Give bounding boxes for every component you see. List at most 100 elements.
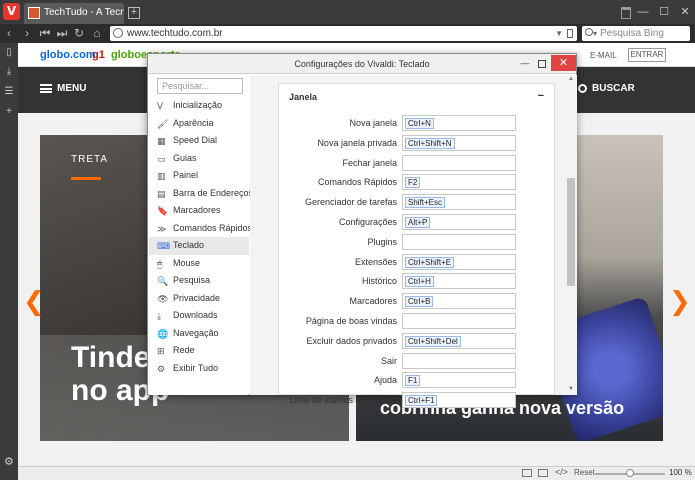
settings-nav-label: Downloads: [173, 310, 218, 320]
shortcut-input[interactable]: [402, 352, 516, 369]
bookmark-icon[interactable]: [567, 29, 573, 38]
address-bar: ‹ › ⏮ ⏭ ↻ ⌂ www.techtudo.com.br ▼ ▾ Pesq…: [0, 24, 695, 43]
settings-nav-item[interactable]: 🔍 Pesquisa: [149, 272, 249, 290]
network-icon: ⊞: [157, 346, 165, 356]
shortcut-key-chip[interactable]: Ctrl+Shift+E: [405, 256, 455, 268]
images-toggle-icon[interactable]: [538, 469, 548, 477]
shortcut-key-chip[interactable]: Ctrl+Shift+N: [405, 137, 455, 149]
downloads-panel-icon[interactable]: ⤓: [4, 66, 14, 77]
settings-nav-item[interactable]: 🖱 Mouse: [149, 255, 249, 273]
shortcut-key-chip[interactable]: Ctrl+B: [405, 296, 434, 308]
shortcut-key-chip[interactable]: F2: [405, 177, 421, 189]
dialog-close-button[interactable]: ✕: [551, 55, 576, 71]
back-icon[interactable]: ‹: [2, 26, 16, 40]
bookmarks-panel-icon[interactable]: ▯: [4, 47, 14, 58]
reload-icon[interactable]: ↻: [72, 26, 86, 40]
chevron-down-icon[interactable]: ▼: [555, 26, 563, 41]
page-actions-icon[interactable]: </>: [555, 467, 568, 477]
settings-nav-item[interactable]: ⊞ Rede: [149, 342, 249, 360]
url-input[interactable]: www.techtudo.com.br ▼: [110, 26, 577, 41]
settings-nav-item[interactable]: 👁 Privacidade: [149, 290, 249, 308]
settings-nav-item[interactable]: ≫ Comandos Rápidos: [149, 220, 252, 238]
section-collapse-button[interactable]: −: [538, 90, 544, 102]
shortcut-row: Ajuda F1: [279, 372, 555, 389]
shortcut-input[interactable]: F2: [402, 174, 516, 191]
settings-nav-item[interactable]: ⚙ Exibir Tudo: [149, 360, 249, 378]
settings-nav-item[interactable]: ⤓ Downloads: [149, 307, 249, 325]
shortcut-input[interactable]: [402, 233, 516, 250]
shortcut-input[interactable]: [402, 313, 516, 329]
shortcut-input[interactable]: Ctrl+Shift+E: [402, 253, 516, 270]
forward-icon[interactable]: ›: [20, 26, 34, 40]
dialog-minimize-button[interactable]: —: [520, 59, 530, 69]
g1-link[interactable]: g1: [92, 49, 105, 61]
settings-nav-item[interactable]: ▥ Painel: [149, 167, 249, 185]
scroll-up-icon[interactable]: ▲: [568, 76, 574, 82]
settings-search-input[interactable]: Pesquisar...: [157, 78, 243, 94]
settings-nav-item[interactable]: ▭ Guias: [149, 150, 249, 168]
carousel-next-icon[interactable]: ❯: [669, 286, 691, 317]
shortcut-label: Página de boas vindas: [305, 316, 397, 326]
settings-nav-item[interactable]: ⌨ Teclado: [149, 237, 249, 255]
settings-nav-item[interactable]: ▤ Barra de Endereços: [149, 185, 253, 203]
minimize-button[interactable]: —: [636, 5, 650, 19]
scroll-down-icon[interactable]: ▼: [568, 386, 574, 392]
shortcut-key-chip[interactable]: Ctrl+F1: [405, 395, 438, 407]
zoom-reset-button[interactable]: Reset: [574, 468, 595, 477]
search-engine-chevron-icon[interactable]: ▾: [593, 26, 597, 41]
home-icon[interactable]: ⌂: [90, 26, 104, 40]
shortcut-row: Comandos Rápidos F2: [279, 174, 555, 191]
settings-gear-icon[interactable]: ⚙: [4, 455, 14, 468]
settings-nav-item[interactable]: 🖌 Aparência: [149, 115, 249, 133]
settings-nav-item[interactable]: V Inicialização: [149, 97, 249, 115]
shortcut-input[interactable]: Ctrl+H: [402, 273, 516, 290]
settings-nav-item[interactable]: ▦ Speed Dial: [149, 132, 249, 150]
card-tag: TRETA: [71, 154, 109, 165]
close-button[interactable]: ✕: [678, 5, 692, 19]
shortcut-key-chip[interactable]: Alt+P: [405, 217, 431, 228]
settings-scrollbar[interactable]: ▲ ▼: [565, 75, 577, 395]
shortcut-row: Excluir dados privados Ctrl+Shift+Del: [279, 332, 555, 350]
shortcut-key-chip[interactable]: Ctrl+Shift+Del: [405, 335, 461, 347]
shortcut-input[interactable]: Ctrl+B: [402, 293, 516, 310]
tab-techtudo[interactable]: TechTudo - A Tecnologia D: [24, 3, 124, 24]
entrar-button[interactable]: ENTRAR: [628, 48, 666, 62]
dialog-maximize-button[interactable]: [538, 60, 546, 68]
new-tab-button[interactable]: +: [128, 7, 140, 19]
shortcut-key-chip[interactable]: Shift+Esc: [405, 197, 446, 209]
trash-icon[interactable]: [621, 7, 631, 19]
shortcut-label: Nova janela: [349, 118, 397, 128]
shortcut-key-chip[interactable]: F1: [405, 375, 421, 387]
shortcut-input[interactable]: F1: [402, 372, 516, 389]
rewind-icon[interactable]: ⏮: [38, 26, 52, 40]
search-input[interactable]: ▾ Pesquisa Bing: [582, 26, 690, 41]
menu-button[interactable]: MENU: [40, 83, 86, 94]
shortcut-input[interactable]: Ctrl+Shift+Del: [402, 332, 516, 349]
page-tiling-icon[interactable]: [522, 469, 532, 477]
maximize-button[interactable]: ☐: [657, 5, 671, 19]
side-panel-bar: ▯ ⤓ ☰ +: [0, 43, 18, 480]
shortcut-input[interactable]: Alt+P: [402, 214, 516, 230]
shortcut-key-chip[interactable]: Ctrl+H: [405, 276, 434, 288]
settings-nav-item[interactable]: 🔖 Marcadores: [149, 202, 249, 220]
shortcut-key-chip[interactable]: Ctrl+N: [405, 118, 434, 129]
keyboard-section-janela: Janela − Nova janela Ctrl+N Nova janela pr…: [278, 83, 555, 409]
shortcut-input[interactable]: Ctrl+Shift+N: [402, 134, 516, 151]
shortcut-input[interactable]: Ctrl+N: [402, 115, 516, 131]
settings-nav-item[interactable]: 🌐 Navegação: [149, 325, 249, 343]
fast-forward-icon[interactable]: ⏭: [55, 26, 69, 40]
email-link[interactable]: E-MAIL: [590, 51, 617, 60]
buscar-button[interactable]: BUSCAR: [578, 83, 635, 94]
zoom-slider-handle[interactable]: [626, 469, 634, 477]
shortcut-label: Lista de atalhos de teclado: [289, 395, 397, 406]
scrollbar-thumb[interactable]: [567, 178, 575, 286]
vivaldi-menu-button[interactable]: V: [3, 3, 20, 20]
notes-panel-icon[interactable]: ☰: [4, 86, 14, 97]
globo-link[interactable]: globo.com: [40, 49, 96, 61]
shortcut-input[interactable]: Ctrl+F1: [402, 392, 516, 409]
carousel-prev-icon[interactable]: ❮: [23, 286, 45, 317]
shortcut-input[interactable]: [402, 154, 516, 171]
shortcut-input[interactable]: Shift+Esc: [402, 194, 516, 211]
shortcut-label: Comandos Rápidos: [317, 177, 397, 188]
add-panel-icon[interactable]: +: [4, 106, 14, 117]
